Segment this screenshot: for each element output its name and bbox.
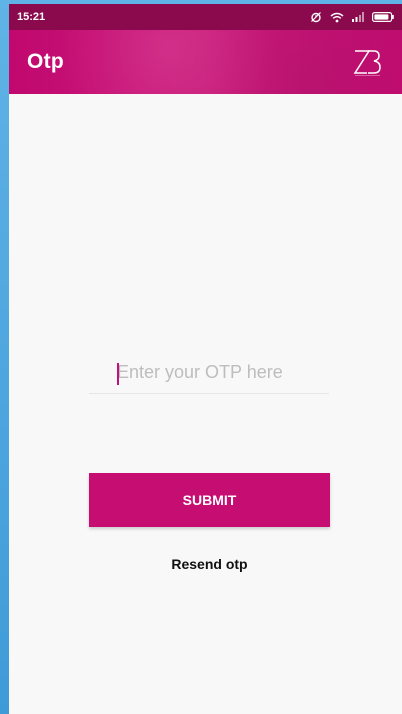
otp-field[interactable] — [89, 352, 329, 394]
resend-otp-link[interactable]: Resend otp — [89, 556, 330, 572]
wifi-icon — [330, 12, 344, 23]
alarm-icon — [310, 11, 322, 23]
submit-button[interactable]: SUBMIT — [89, 473, 330, 527]
battery-icon — [372, 12, 394, 22]
page-title: Otp — [27, 50, 65, 73]
otp-input[interactable] — [89, 352, 329, 393]
status-icons — [310, 11, 394, 23]
status-time: 15:21 — [17, 11, 46, 23]
signal-icon — [352, 12, 364, 22]
phone-screen: 15:21 Otp Enter your OTP here SUBMIT Res… — [9, 4, 402, 714]
text-cursor — [117, 363, 119, 385]
app-bar: Otp — [9, 30, 402, 94]
zb-logo — [352, 47, 382, 77]
status-bar: 15:21 — [9, 4, 402, 30]
slide-frame-left — [0, 0, 9, 714]
